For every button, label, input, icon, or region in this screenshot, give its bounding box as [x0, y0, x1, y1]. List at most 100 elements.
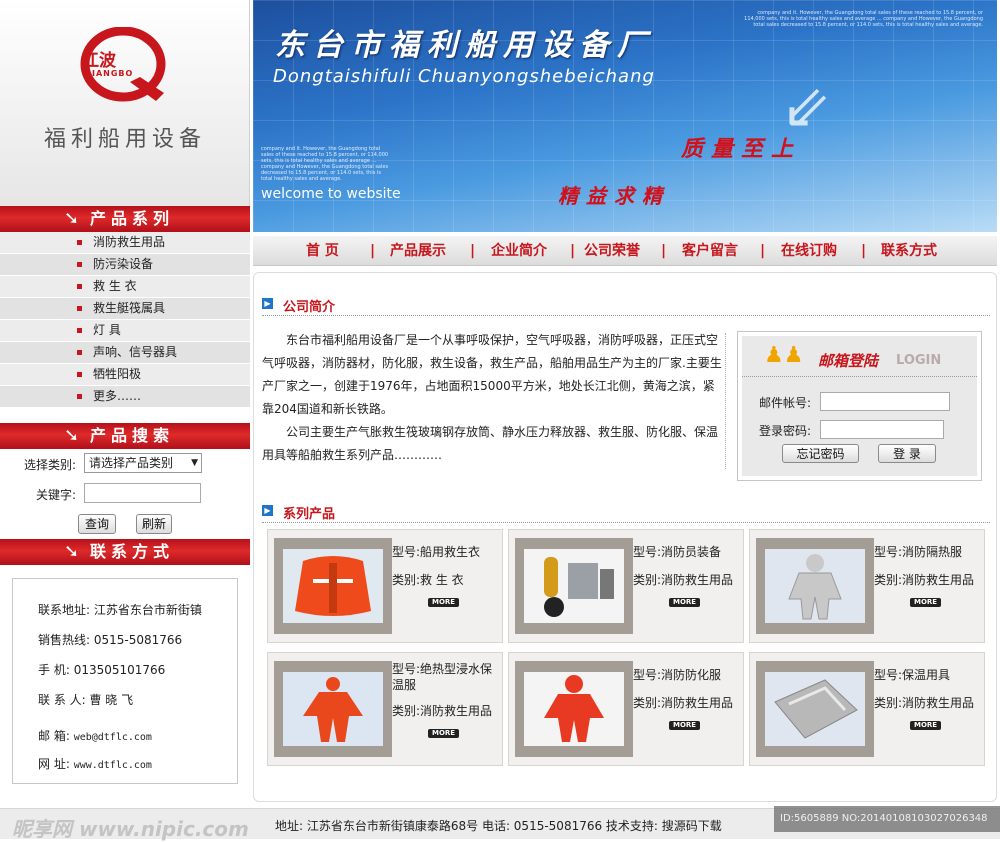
forgot-password-button[interactable]: 忘记密码	[782, 444, 859, 463]
more-button[interactable]: MORE	[910, 598, 942, 607]
product-info: 型号:消防隔热服 类别:消防救生用品 MORE	[874, 545, 975, 607]
triangle-right-icon: ▶	[262, 298, 273, 309]
search-header: ➘ 产品搜索	[0, 423, 250, 449]
contact-site-link[interactable]: www.dtflc.com	[74, 760, 152, 771]
watermark-right: ID:5605889 NO:20140108103027026348	[774, 806, 1000, 832]
keyword-input[interactable]	[84, 483, 201, 503]
product-image-frame	[274, 661, 392, 757]
logo-cn: 江波	[82, 51, 116, 71]
product-model: 船用救生衣	[420, 545, 481, 559]
product-info: 型号:绝热型浸水保温服 类别:消防救生用品 MORE	[392, 662, 493, 738]
search-header-label: 产品搜索	[90, 426, 175, 445]
bullet-icon	[77, 328, 82, 333]
divider	[742, 376, 977, 377]
product-image	[524, 549, 624, 623]
product-image-frame	[756, 538, 874, 634]
banner-welcome: welcome to website	[261, 186, 401, 202]
product-card[interactable]: 型号:消防防化服 类别:消防救生用品 MORE	[508, 652, 744, 766]
product-image-frame	[515, 538, 633, 634]
login-title: 邮箱登陆	[818, 352, 879, 370]
nav-separator: |	[760, 243, 766, 259]
query-button[interactable]: 查询	[78, 514, 116, 534]
watermark-left: 昵享网 www.nipic.com	[12, 817, 249, 841]
chemical-suit-icon	[544, 675, 604, 742]
more-button[interactable]: MORE	[428, 729, 460, 738]
thermal-blanket-icon	[774, 679, 858, 739]
about-text: 东台市福利船用设备厂是一个从事呼吸保护，空气呼吸器，消防呼吸器，正压式空气呼吸器…	[262, 329, 722, 467]
product-model: 消防防化服	[661, 668, 722, 682]
product-card[interactable]: 型号:船用救生衣 类别:救 生 衣 MORE	[267, 529, 503, 643]
banner-fine-print: company and it. However, the Guangdong t…	[261, 146, 389, 182]
product-card[interactable]: 型号:绝热型浸水保温服 类别:消防救生用品 MORE	[267, 652, 503, 766]
product-image	[283, 672, 383, 746]
product-card[interactable]: 型号:保温用具 类别:消防救生用品 MORE	[749, 652, 985, 766]
main-content: ▶ 公司简介 东台市福利船用设备厂是一个从事呼吸保护，空气呼吸器，消防呼吸器，正…	[253, 272, 997, 802]
heat-suit-icon	[788, 554, 842, 620]
chevron-down-icon: ▼	[191, 458, 198, 468]
logo-area: 江波 JIANGBO 福利船用设备	[0, 0, 250, 206]
product-category: 消防救生用品	[661, 573, 734, 587]
contact-email-link[interactable]: web@dtflc.com	[74, 732, 152, 743]
product-category: 救 生 衣	[420, 573, 464, 587]
triangle-right-icon: ▶	[262, 505, 273, 516]
nav-contact[interactable]: 联系方式	[881, 236, 937, 266]
refresh-button[interactable]: 刷新	[136, 514, 172, 534]
password-input[interactable]	[820, 420, 944, 439]
more-button[interactable]: MORE	[428, 598, 460, 607]
product-category-item[interactable]: 救生艇筏属具	[0, 298, 250, 320]
nav-home[interactable]: 首 页	[306, 236, 339, 266]
arrow-down-right-icon: ➘	[64, 541, 80, 562]
account-input[interactable]	[820, 392, 950, 411]
product-model: 保温用具	[902, 668, 951, 682]
product-image-frame	[274, 538, 392, 634]
product-image	[765, 549, 865, 623]
product-search-form: 选择类别: 请选择产品类别 ▼ 关键字: 查询 刷新	[0, 448, 250, 538]
contact-header: ➘ 联系方式	[0, 539, 250, 565]
nav-separator: |	[661, 243, 667, 259]
login-title-en: LOGIN	[896, 353, 942, 368]
arrow-down-right-icon: ➘	[64, 208, 80, 229]
product-category-item[interactable]: 救 生 衣	[0, 276, 250, 298]
arrow-down-right-icon: ➘	[64, 425, 80, 446]
product-image	[524, 672, 624, 746]
category-select-value: 请选择产品类别	[89, 456, 174, 470]
product-category-list: 消防救生用品 防污染设备 救 生 衣 救生艇筏属具 灯 具 声响、信号器具 牺牲…	[0, 232, 250, 408]
contact-hotline: 销售热线: 0515-5081766	[38, 633, 183, 647]
bullet-icon	[77, 284, 82, 289]
nav-honors[interactable]: 公司荣誉	[584, 236, 640, 266]
contact-person: 联 系 人: 曹 晓 飞	[38, 693, 134, 707]
products-header-label: 产品系列	[90, 209, 175, 228]
product-card[interactable]: 型号:消防员装备 类别:消防救生用品 MORE	[508, 529, 744, 643]
product-category-item[interactable]: 消防救生用品	[0, 232, 250, 254]
nav-separator: |	[861, 243, 867, 259]
nav-order[interactable]: 在线订购	[781, 236, 837, 266]
nav-guestbook[interactable]: 客户留言	[682, 236, 738, 266]
product-category-item[interactable]: 灯 具	[0, 320, 250, 342]
divider	[262, 522, 990, 523]
product-category-item[interactable]: 防污染设备	[0, 254, 250, 276]
divider	[262, 315, 990, 316]
product-image-frame	[756, 661, 874, 757]
product-info: 型号:消防员装备 类别:消防救生用品 MORE	[633, 545, 734, 607]
product-category-item[interactable]: 牺牲阳极	[0, 364, 250, 386]
product-category: 消防救生用品	[902, 573, 975, 587]
bullet-icon	[77, 306, 82, 311]
bullet-icon	[77, 240, 82, 245]
product-card[interactable]: 型号:消防隔热服 类别:消防救生用品 MORE	[749, 529, 985, 643]
more-button[interactable]: MORE	[910, 721, 942, 730]
more-button[interactable]: MORE	[669, 598, 701, 607]
nav-products[interactable]: 产品展示	[390, 236, 446, 266]
category-select[interactable]: 请选择产品类别 ▼	[84, 453, 202, 473]
breathing-apparatus-icon	[544, 557, 614, 617]
more-button[interactable]: MORE	[669, 721, 701, 730]
contact-box: 联系地址: 江苏省东台市新街镇 销售热线: 0515-5081766 手 机: …	[12, 578, 238, 784]
mail-login-box: ♟♟ 邮箱登陆 LOGIN 邮件帐号: 登录密码: 忘记密码 登 录	[737, 331, 982, 481]
product-info: 型号:保温用具 类别:消防救生用品 MORE	[874, 668, 975, 730]
product-category-item[interactable]: 声响、信号器具	[0, 342, 250, 364]
nav-about[interactable]: 企业简介	[491, 236, 547, 266]
products-header: ➘ 产品系列	[0, 206, 250, 232]
banner-fine-print-right: company and it. However, the Guangdong t…	[744, 10, 983, 28]
product-category-more[interactable]: 更多……	[0, 386, 250, 408]
banner-title-en: Dongtaishifuli Chuanyongshebeichang	[273, 66, 655, 87]
login-button[interactable]: 登 录	[878, 444, 936, 463]
